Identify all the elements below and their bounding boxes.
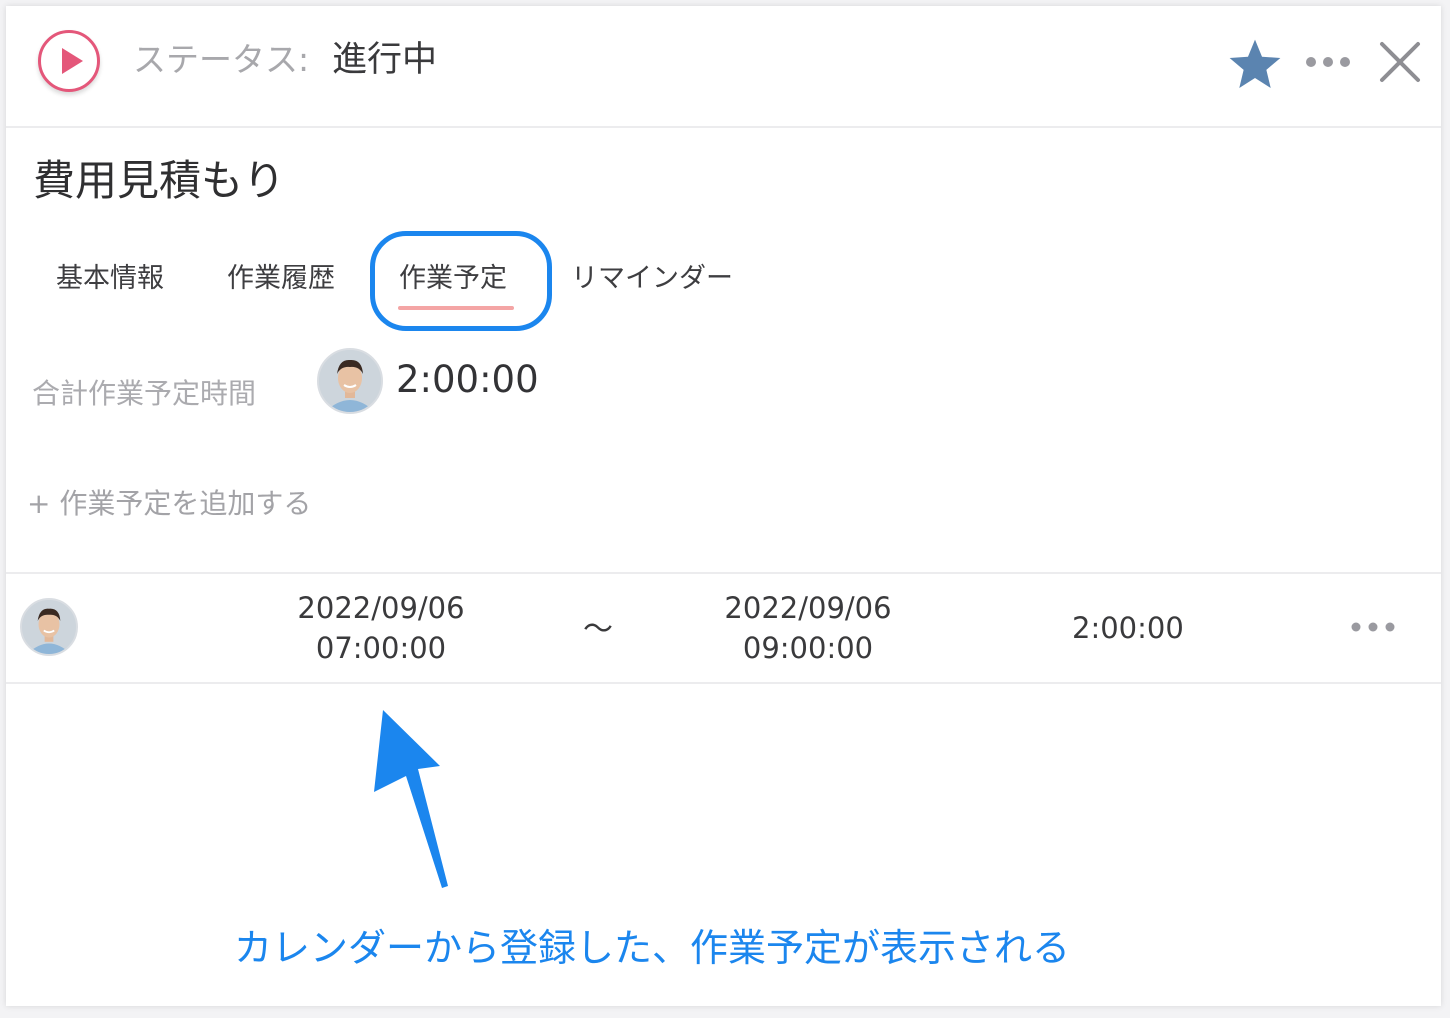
annotation-arrow-icon [374, 710, 448, 888]
schedule-row[interactable]: 2022/09/06 07:00:00 〜 2022/09/06 09:00:0… [6, 572, 1441, 684]
range-separator: 〜 [583, 612, 613, 647]
total-scheduled-time-label: 合計作業予定時間 [32, 377, 257, 410]
tab-reminder[interactable]: リマインダー [571, 261, 733, 297]
schedule-duration: 2:00:00 [1072, 611, 1184, 645]
annotation-text: カレンダーから登録した、作業予定が表示される [234, 926, 1071, 970]
task-title: 費用見積もり [33, 156, 286, 205]
play-icon [62, 48, 83, 74]
tab-work-history[interactable]: 作業履歴 [227, 261, 335, 297]
status-value[interactable]: 進行中 [332, 40, 437, 80]
tab-highlight-circle [370, 231, 552, 331]
task-header: ステータス: 進行中 [6, 6, 1441, 128]
schedule-end: 2022/09/06 09:00:00 [698, 588, 918, 668]
schedule-start: 2022/09/06 07:00:00 [271, 588, 491, 668]
avatar [317, 348, 383, 414]
status-label: ステータス: [133, 40, 310, 79]
schedule-end-time: 09:00:00 [742, 631, 874, 665]
task-detail-panel: ステータス: 進行中 費用見積もり 基本情報 作業履歴 作業予定 リマインダー … [6, 6, 1441, 1006]
close-icon[interactable] [1378, 40, 1422, 84]
total-scheduled-time-value: 2:00:00 [396, 358, 539, 401]
start-timer-button[interactable] [38, 30, 100, 92]
star-icon[interactable] [1226, 36, 1284, 94]
row-more-icon[interactable] [1350, 620, 1396, 634]
avatar [20, 598, 78, 656]
schedule-end-date: 2022/09/06 [724, 591, 892, 625]
schedule-start-date: 2022/09/06 [297, 591, 465, 625]
add-schedule-link[interactable]: + 作業予定を追加する [27, 486, 311, 522]
tab-basic-info[interactable]: 基本情報 [56, 261, 164, 297]
schedule-start-time: 07:00:00 [315, 631, 447, 665]
more-horizontal-icon[interactable] [1304, 54, 1352, 70]
